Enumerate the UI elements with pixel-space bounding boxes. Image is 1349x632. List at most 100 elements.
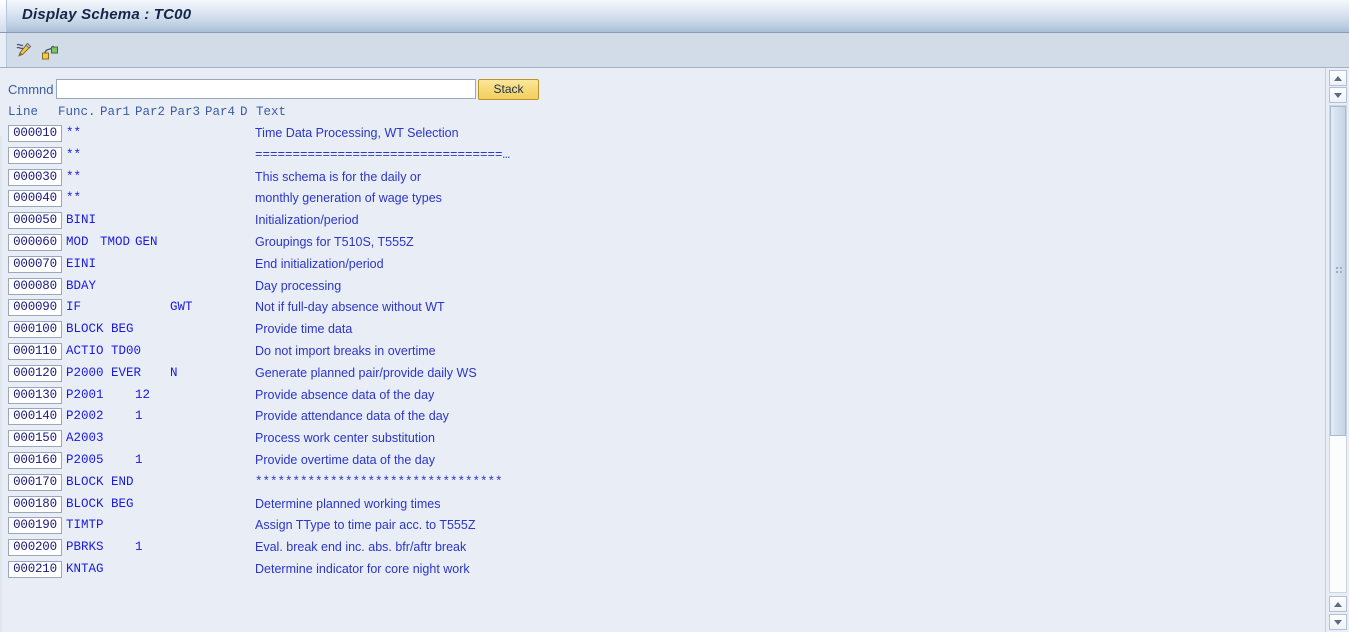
table-row[interactable]: 000070 EINI End initialization/period: [0, 255, 1320, 277]
row-cell-text: Provide time data: [255, 322, 353, 337]
row-line-number[interactable]: 000170: [8, 473, 62, 491]
column-header-par2: Par2: [135, 105, 166, 119]
arrow-up-icon: [1334, 602, 1342, 607]
row-line-number[interactable]: 000160: [8, 451, 62, 469]
row-line-number[interactable]: 000050: [8, 212, 62, 230]
row-line-number[interactable]: 000140: [8, 408, 62, 426]
row-line-number[interactable]: 000080: [8, 277, 62, 295]
row-cell-text: Determine planned working times: [255, 496, 441, 511]
row-cell-func: BLOCK BEG: [66, 496, 134, 511]
scrollbar-thumb[interactable]: [1330, 106, 1346, 436]
scrollbar-grip-icon: [1336, 267, 1342, 274]
table-row[interactable]: 000090 IF GWT Not if full-day absence witho…: [0, 298, 1320, 320]
row-cell-text: Provide overtime data of the day: [255, 452, 435, 467]
hierarchy-structure-icon[interactable]: [40, 41, 60, 61]
row-line-number[interactable]: 000110: [8, 342, 62, 360]
row-cell-text: Do not import breaks in overtime: [255, 343, 436, 358]
page-title: Display Schema : TC00: [22, 6, 192, 23]
row-cell-par2: 1: [135, 540, 143, 555]
table-row[interactable]: 000140 P2002 1 Provide attendance data of t…: [0, 407, 1320, 429]
row-cell-text: Process work center substitution: [255, 431, 435, 446]
row-cell-par3: N: [170, 365, 178, 380]
table-row[interactable]: 000180 BLOCK BEG Determine planned working…: [0, 495, 1320, 517]
scroll-up-button-bottom[interactable]: [1329, 596, 1347, 612]
row-cell-func: BLOCK END: [66, 474, 134, 489]
row-cell-func: TIMTP: [66, 518, 104, 533]
title-bar-accent: [0, 0, 7, 32]
table-row[interactable]: 000120 P2000 EVER N Generate planned pair/p…: [0, 364, 1320, 386]
row-cell-func: **: [66, 147, 82, 162]
row-line-number[interactable]: 000070: [8, 255, 62, 273]
row-line-number[interactable]: 000200: [8, 539, 62, 557]
scrollbar-track[interactable]: [1329, 105, 1347, 593]
row-cell-text: Provide absence data of the day: [255, 387, 435, 402]
table-row[interactable]: 000190 TIMTP Assign TType to time pair acc…: [0, 516, 1320, 538]
sap-display-schema-window: Display Schema : TC00 © www.tutorialkart…: [0, 0, 1349, 632]
row-cell-par1: TMOD: [100, 234, 131, 249]
row-cell-par2: 1: [135, 452, 143, 467]
scroll-up-button-top[interactable]: [1329, 70, 1347, 86]
column-header-par4: Par4: [205, 105, 236, 119]
schema-content-area: Cmmnd Stack Line Func. Par1 Par2 Par3 Pa…: [0, 68, 1325, 632]
row-cell-par2: 12: [135, 387, 151, 402]
table-row[interactable]: 000130 P2001 12 Provide absence data of the…: [0, 386, 1320, 408]
row-cell-text: =================================…: [255, 147, 511, 162]
row-cell-text: Eval. break end inc. abs. bfr/aftr break: [255, 540, 467, 555]
edit-pencil-icon[interactable]: [14, 41, 34, 61]
row-cell-func: **: [66, 169, 82, 184]
row-cell-text: Assign TType to time pair acc. to T555Z: [255, 518, 476, 533]
schema-rows: 000010 ** Time Data Processing, WT Selecti…: [0, 124, 1320, 582]
arrow-down-icon: [1334, 620, 1342, 625]
table-row[interactable]: 000010 ** Time Data Processing, WT Selecti…: [0, 124, 1320, 146]
scroll-down-button-bottom[interactable]: [1329, 614, 1347, 630]
row-line-number[interactable]: 000100: [8, 321, 62, 339]
row-cell-text: Initialization/period: [255, 213, 359, 228]
row-cell-func: MOD: [66, 234, 89, 249]
table-row[interactable]: 000020 ** ================================…: [0, 146, 1320, 168]
table-row[interactable]: 000100 BLOCK BEG Provide time data: [0, 320, 1320, 342]
row-line-number[interactable]: 000150: [8, 430, 62, 448]
scroll-down-button-top[interactable]: [1329, 87, 1347, 103]
row-line-number[interactable]: 000090: [8, 299, 62, 317]
row-line-number[interactable]: 000020: [8, 146, 62, 164]
vertical-scrollbar[interactable]: [1325, 68, 1349, 632]
row-line-number[interactable]: 000030: [8, 168, 62, 186]
row-cell-text: This schema is for the daily or: [255, 169, 422, 184]
row-cell-func: PBRKS: [66, 540, 104, 555]
row-line-number[interactable]: 000060: [8, 233, 62, 251]
table-row[interactable]: 000060 MOD TMOD GEN Groupings for T510S, T55…: [0, 233, 1320, 255]
row-cell-func: P2001: [66, 387, 104, 402]
toolbar-accent: [0, 33, 7, 67]
table-row[interactable]: 000030 ** This schema is for the daily or: [0, 168, 1320, 190]
row-line-number[interactable]: 000180: [8, 495, 62, 513]
row-cell-func: IF: [66, 300, 82, 315]
row-cell-text: End initialization/period: [255, 256, 384, 271]
row-cell-func: KNTAG: [66, 561, 104, 576]
row-cell-func: **: [66, 191, 82, 206]
row-line-number[interactable]: 000130: [8, 386, 62, 404]
row-line-number[interactable]: 000010: [8, 125, 62, 142]
row-line-number[interactable]: 000210: [8, 560, 62, 578]
row-cell-func: P2000 EVER: [66, 365, 142, 380]
command-input[interactable]: [56, 79, 476, 99]
row-cell-par2: GEN: [135, 234, 158, 249]
table-row[interactable]: 000040 ** monthly generation of wage types: [0, 189, 1320, 211]
title-bar: Display Schema : TC00: [0, 0, 1349, 33]
stack-button[interactable]: Stack: [478, 79, 539, 100]
table-row[interactable]: 000160 P2005 1 Provide overtime data of the…: [0, 451, 1320, 473]
column-header-d: D: [240, 105, 248, 119]
row-line-number[interactable]: 000040: [8, 190, 62, 208]
table-row[interactable]: 000050 BINI Initialization/period: [0, 211, 1320, 233]
row-line-number[interactable]: 000190: [8, 517, 62, 535]
row-cell-func: **: [66, 126, 82, 140]
row-cell-text: Provide attendance data of the day: [255, 409, 449, 424]
row-cell-func: ACTIO TD00: [66, 343, 142, 358]
table-row[interactable]: 000200 PBRKS 1 Eval. break end inc. abs. bf…: [0, 538, 1320, 560]
table-row[interactable]: 000150 A2003 Process work center substitut…: [0, 429, 1320, 451]
table-row[interactable]: 000080 BDAY Day processing: [0, 277, 1320, 299]
table-row[interactable]: 000170 BLOCK END *************************…: [0, 473, 1320, 495]
table-row[interactable]: 000210 KNTAG Determine indicator for core …: [0, 560, 1320, 582]
table-row[interactable]: 000110 ACTIO TD00 Do not import breaks in …: [0, 342, 1320, 364]
row-line-number[interactable]: 000120: [8, 364, 62, 382]
row-cell-text: Day processing: [255, 278, 342, 293]
